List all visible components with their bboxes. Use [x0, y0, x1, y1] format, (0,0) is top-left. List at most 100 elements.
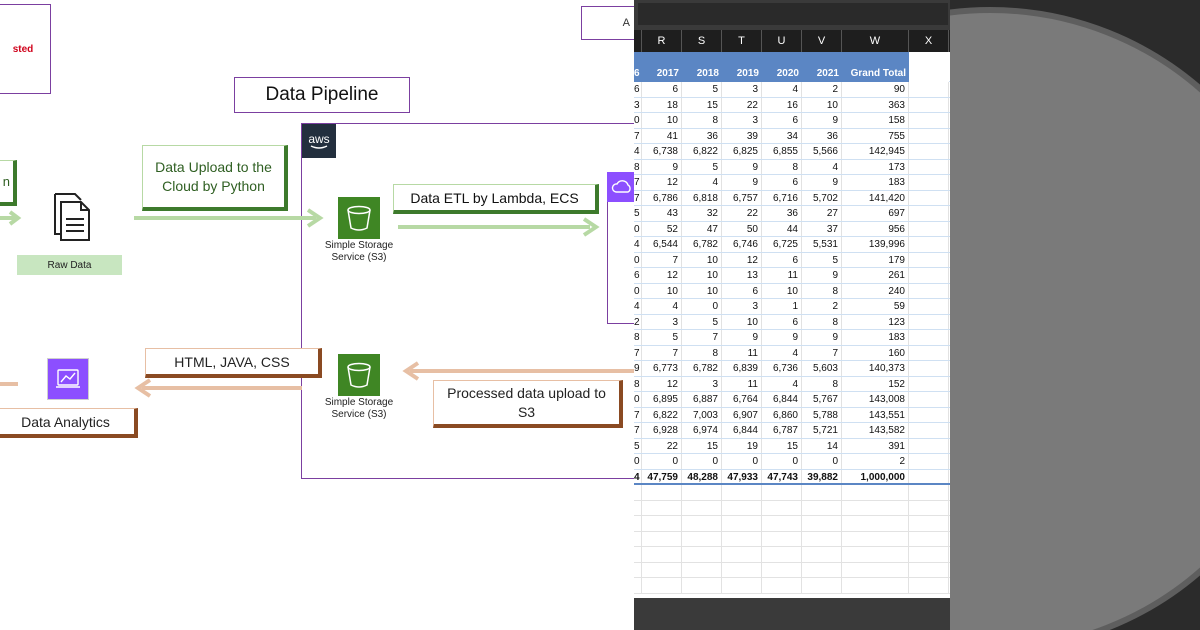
- table-cell[interactable]: 10: [682, 252, 722, 267]
- table-cell[interactable]: 6: [634, 268, 642, 283]
- table-cell[interactable]: 8: [802, 314, 842, 329]
- table-cell[interactable]: 13: [722, 268, 762, 283]
- table-cell[interactable]: 6,786: [642, 190, 682, 205]
- table-cell[interactable]: 22: [722, 206, 762, 221]
- table-cell[interactable]: 7: [634, 407, 642, 422]
- table-cell[interactable]: [642, 516, 682, 531]
- table-cell[interactable]: [909, 438, 949, 453]
- table-cell[interactable]: 0: [634, 221, 642, 236]
- table-cell[interactable]: 4: [762, 376, 802, 391]
- table-cell[interactable]: 6: [762, 252, 802, 267]
- table-cell[interactable]: 6,736: [762, 361, 802, 376]
- table-cell[interactable]: 22: [722, 97, 762, 112]
- table-cell[interactable]: 4: [802, 159, 842, 174]
- table-cell[interactable]: 6,782: [682, 237, 722, 252]
- table-cell[interactable]: [909, 190, 949, 205]
- table-cell[interactable]: 9: [642, 159, 682, 174]
- table-cell[interactable]: 11: [762, 268, 802, 283]
- table-cell[interactable]: 0: [682, 454, 722, 469]
- table-cell[interactable]: [909, 516, 949, 531]
- table-cell[interactable]: [682, 500, 722, 515]
- table-cell[interactable]: 22: [642, 438, 682, 453]
- table-cell[interactable]: 1: [762, 299, 802, 314]
- table-cell[interactable]: 3: [634, 97, 642, 112]
- table-cell[interactable]: 2018: [682, 52, 722, 82]
- table-cell[interactable]: 9: [802, 268, 842, 283]
- table-cell[interactable]: 43: [642, 206, 682, 221]
- table-cell[interactable]: 2: [842, 454, 909, 469]
- table-cell[interactable]: [634, 485, 642, 500]
- table-cell[interactable]: 160: [842, 345, 909, 360]
- table-cell[interactable]: 6,839: [722, 361, 762, 376]
- table-cell[interactable]: [642, 500, 682, 515]
- table-cell[interactable]: [909, 469, 949, 483]
- table-cell[interactable]: 8: [682, 345, 722, 360]
- table-cell[interactable]: 0: [634, 252, 642, 267]
- table-cell[interactable]: 6,764: [722, 392, 762, 407]
- table-cell[interactable]: 10: [682, 268, 722, 283]
- table-cell[interactable]: 3: [642, 314, 682, 329]
- table-cell[interactable]: 47,759: [642, 469, 682, 483]
- column-header-S[interactable]: S: [682, 30, 722, 52]
- table-cell[interactable]: 123: [842, 314, 909, 329]
- table-cell[interactable]: 183: [842, 175, 909, 190]
- table-cell[interactable]: 5,702: [802, 190, 842, 205]
- table-cell[interactable]: 8: [802, 376, 842, 391]
- table-cell[interactable]: 6,928: [642, 423, 682, 438]
- table-cell[interactable]: 140,373: [842, 361, 909, 376]
- table-cell[interactable]: 5: [642, 330, 682, 345]
- table-cell[interactable]: [842, 500, 909, 515]
- table-cell[interactable]: [909, 159, 949, 174]
- table-cell[interactable]: Grand Total: [842, 52, 909, 82]
- table-cell[interactable]: [909, 330, 949, 345]
- table-cell[interactable]: [909, 82, 949, 97]
- table-cell[interactable]: 9: [634, 361, 642, 376]
- table-cell[interactable]: 5,531: [802, 237, 842, 252]
- table-cell[interactable]: 6,822: [642, 407, 682, 422]
- table-cell[interactable]: 1,000,000: [842, 469, 909, 483]
- table-cell[interactable]: 152: [842, 376, 909, 391]
- table-cell[interactable]: 36: [762, 206, 802, 221]
- table-cell[interactable]: 6,844: [762, 392, 802, 407]
- table-cell[interactable]: 4: [642, 299, 682, 314]
- table-cell[interactable]: 0: [642, 454, 682, 469]
- table-cell[interactable]: 9: [722, 330, 762, 345]
- table-cell[interactable]: 4: [682, 175, 722, 190]
- column-header-W[interactable]: W: [842, 30, 909, 52]
- table-cell[interactable]: 6,757: [722, 190, 762, 205]
- table-cell[interactable]: [909, 423, 949, 438]
- table-cell[interactable]: 27: [802, 206, 842, 221]
- table-cell[interactable]: 7,003: [682, 407, 722, 422]
- table-cell[interactable]: 2: [802, 82, 842, 97]
- table-cell[interactable]: [634, 547, 642, 562]
- table-cell[interactable]: [909, 531, 949, 546]
- table-cell[interactable]: [762, 516, 802, 531]
- table-cell[interactable]: 7: [634, 128, 642, 143]
- table-cell[interactable]: 6,887: [682, 392, 722, 407]
- table-cell[interactable]: 6,773: [642, 361, 682, 376]
- table-cell[interactable]: 6,787: [762, 423, 802, 438]
- column-header-R[interactable]: R: [642, 30, 682, 52]
- table-cell[interactable]: 15: [682, 97, 722, 112]
- table-cell[interactable]: 5: [802, 252, 842, 267]
- table-cell[interactable]: 50: [722, 221, 762, 236]
- table-cell[interactable]: 2: [634, 314, 642, 329]
- table-cell[interactable]: [842, 578, 909, 593]
- table-cell[interactable]: 9: [802, 113, 842, 128]
- table-cell[interactable]: 956: [842, 221, 909, 236]
- table-cell[interactable]: 5,603: [802, 361, 842, 376]
- table-cell[interactable]: 36: [682, 128, 722, 143]
- table-cell[interactable]: 139,996: [842, 237, 909, 252]
- table-cell[interactable]: [722, 562, 762, 577]
- table-cell[interactable]: [802, 516, 842, 531]
- table-cell[interactable]: 6: [634, 82, 642, 97]
- table-cell[interactable]: 0: [634, 454, 642, 469]
- table-cell[interactable]: [802, 578, 842, 593]
- table-cell[interactable]: 158: [842, 113, 909, 128]
- table-cell[interactable]: [909, 252, 949, 267]
- table-cell[interactable]: 5,788: [802, 407, 842, 422]
- table-cell[interactable]: 5: [634, 206, 642, 221]
- table-cell[interactable]: [682, 578, 722, 593]
- table-cell[interactable]: 6: [762, 175, 802, 190]
- table-cell[interactable]: 47,933: [722, 469, 762, 483]
